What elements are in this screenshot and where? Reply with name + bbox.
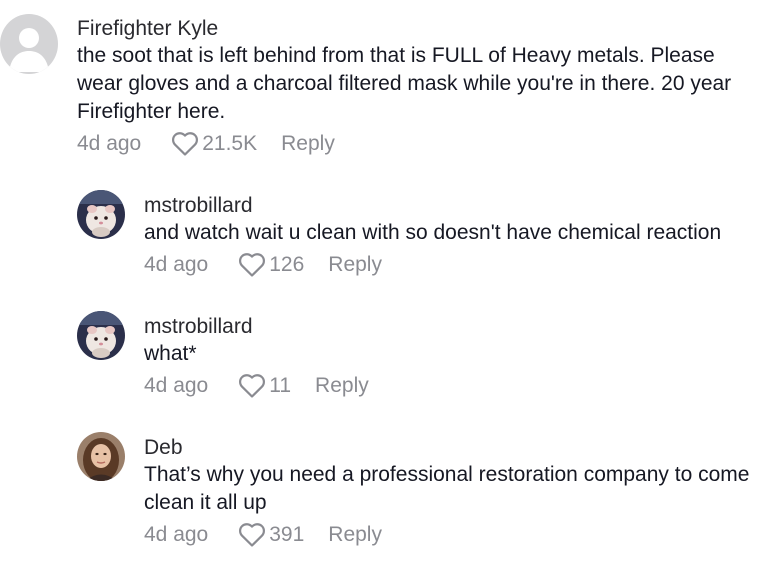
woman-photo-avatar-icon <box>77 432 125 481</box>
comment-timestamp: 4d ago <box>144 374 209 397</box>
user-avatar[interactable] <box>77 311 125 360</box>
comment-text: the soot that is left behind from that i… <box>77 44 732 123</box>
comment-body: Firefighter Kyle the soot that is left b… <box>77 16 778 158</box>
reply-button[interactable]: Reply <box>328 521 382 549</box>
comment-meta: 4d ago 21.5K Reply <box>77 130 778 158</box>
heart-icon <box>239 253 266 277</box>
comment-username[interactable]: mstrobillard <box>144 314 778 340</box>
comment-body: mstrobillard and watch wait u clean with… <box>144 193 778 279</box>
comment-body: mstrobillard what* 4d ago 11 Reply <box>144 314 778 400</box>
comment-text: what* <box>144 342 197 365</box>
like-count: 126 <box>269 253 305 276</box>
user-avatar[interactable] <box>77 432 125 481</box>
like-count: 21.5K <box>202 132 258 155</box>
reply-button[interactable]: Reply <box>328 251 382 279</box>
comment-meta: 4d ago 391 Reply <box>144 521 778 549</box>
comment-body: Deb That’s why you need a professional r… <box>144 435 778 549</box>
comment-timestamp: 4d ago <box>144 523 209 546</box>
like-button[interactable]: 21.5K <box>171 130 257 158</box>
user-avatar[interactable] <box>77 190 125 239</box>
reply-button[interactable]: Reply <box>281 130 335 158</box>
like-button[interactable]: 126 <box>238 251 304 279</box>
comment-text: and watch wait u clean with so doesn't h… <box>144 221 722 244</box>
heart-icon <box>239 374 266 398</box>
comment-username[interactable]: Deb <box>144 435 778 461</box>
comment-meta: 4d ago 11 Reply <box>144 372 778 400</box>
hamster-photo-avatar-icon <box>77 190 125 239</box>
comment-text: That’s why you need a professional resto… <box>144 463 750 514</box>
user-avatar[interactable] <box>0 14 58 74</box>
like-button[interactable]: 11 <box>238 372 291 400</box>
like-count: 391 <box>269 523 305 546</box>
comment-timestamp: 4d ago <box>77 132 142 155</box>
comment-meta: 4d ago 126 Reply <box>144 251 778 279</box>
reply-button[interactable]: Reply <box>315 372 369 400</box>
comment-username[interactable]: Firefighter Kyle <box>77 16 778 42</box>
hamster-photo-avatar-icon <box>77 311 125 360</box>
comment-timestamp: 4d ago <box>144 253 209 276</box>
heart-icon <box>239 523 266 547</box>
like-count: 11 <box>269 374 292 397</box>
default-user-avatar-icon <box>0 14 58 74</box>
comment-username[interactable]: mstrobillard <box>144 193 778 219</box>
heart-icon <box>172 132 199 156</box>
like-button[interactable]: 391 <box>238 521 304 549</box>
